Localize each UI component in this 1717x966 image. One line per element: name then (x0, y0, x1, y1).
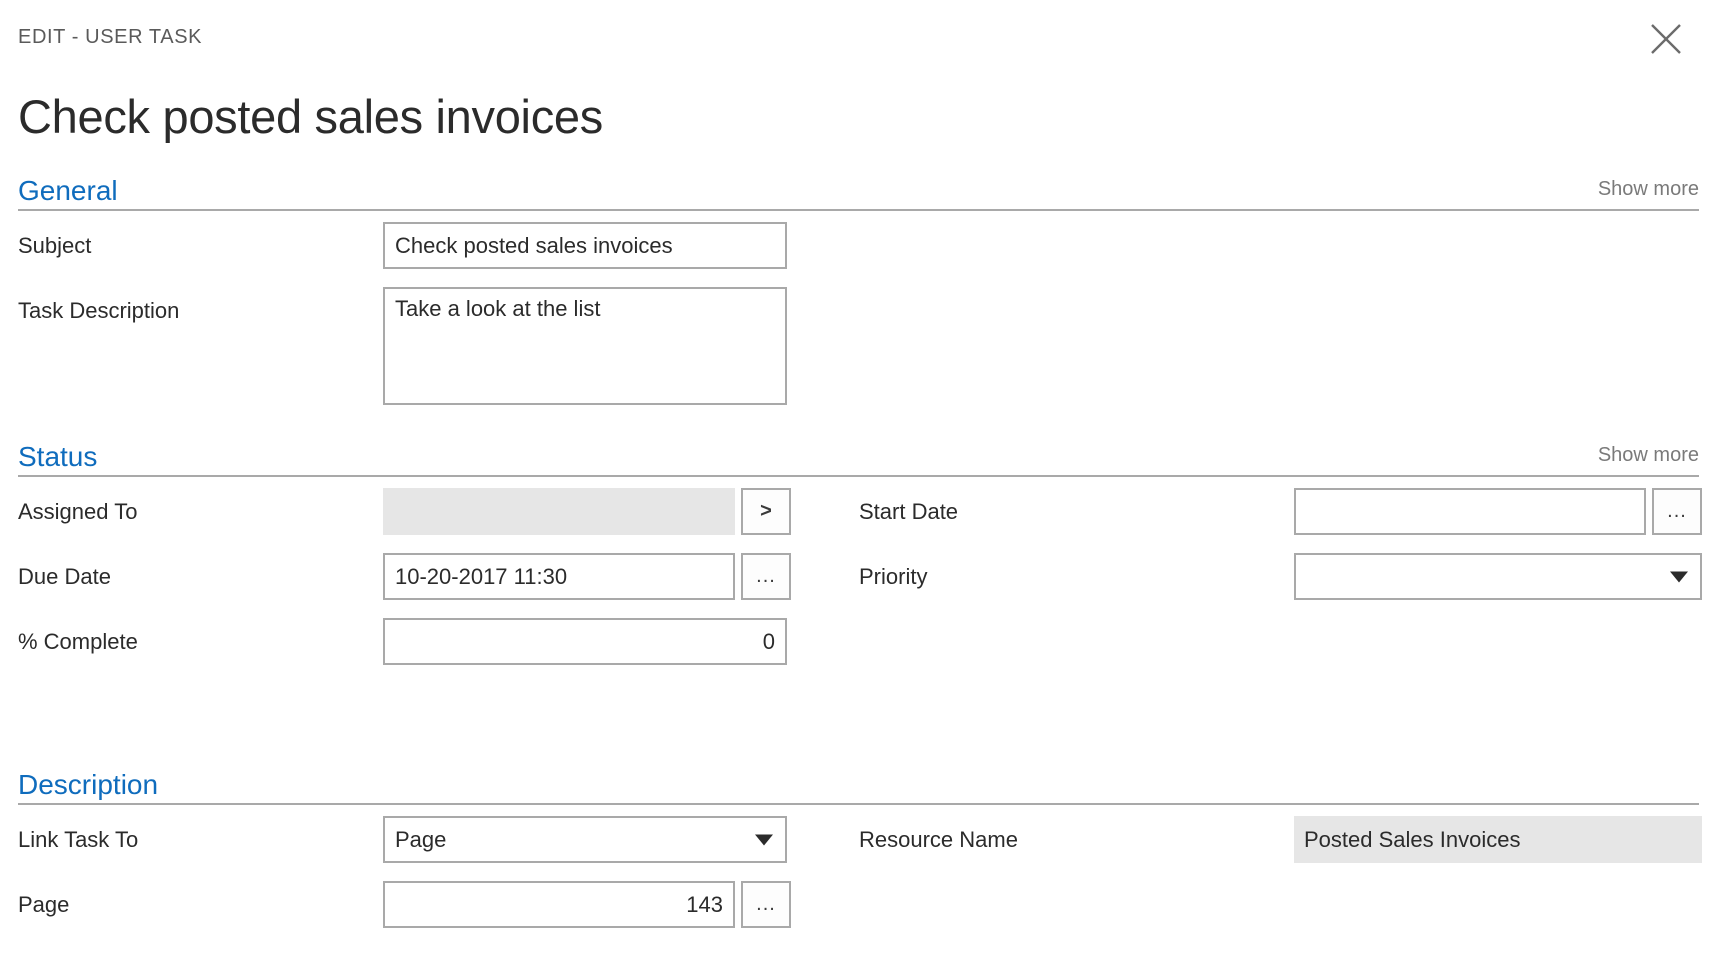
start-date-assist-button[interactable]: ... (1652, 488, 1702, 535)
priority-dropdown[interactable] (1294, 553, 1702, 600)
section-general-fields: Subject Check posted sales invoices Task… (18, 222, 1699, 412)
field-row-subject: Subject Check posted sales invoices (18, 222, 1699, 269)
task-description-input[interactable]: Take a look at the list (383, 287, 787, 405)
link-task-to-value: Page (395, 827, 446, 852)
field-row-task-description: Task Description Take a look at the list (18, 287, 1699, 405)
chevron-down-icon (1670, 571, 1688, 582)
section-general-divider (18, 209, 1699, 211)
due-date-assist-button[interactable]: ... (741, 553, 791, 600)
page-input[interactable]: 143 (383, 881, 735, 928)
subject-label: Subject (18, 222, 91, 269)
field-row-assigned-to: Assigned To > (18, 488, 838, 535)
link-task-to-dropdown[interactable]: Page (383, 816, 787, 863)
assigned-to-lookup-button[interactable]: > (741, 488, 791, 535)
section-status-fields: Assigned To > Due Date 10-20-2017 11:30 … (18, 488, 1699, 668)
window-caption-bar: EDIT - USER TASK (18, 0, 1699, 58)
edit-user-task-page: EDIT - USER TASK Check posted sales invo… (0, 0, 1717, 966)
field-row-due-date: Due Date 10-20-2017 11:30 ... (18, 553, 838, 600)
field-row-link-task-to: Link Task To Page (18, 816, 838, 863)
percent-complete-input[interactable]: 0 (383, 618, 787, 665)
field-row-page: Page 143 ... (18, 881, 838, 928)
field-row-priority: Priority (859, 553, 1699, 600)
task-description-label-text: Task Description (18, 298, 179, 323)
due-date-label: Due Date (18, 553, 111, 600)
priority-label: Priority (859, 553, 927, 600)
chevron-down-icon (755, 834, 773, 845)
page-title: Check posted sales invoices (18, 88, 603, 146)
field-row-resource-name: Resource Name Posted Sales Invoices (859, 816, 1699, 863)
section-description-divider (18, 803, 1699, 805)
section-status: Status Show more Assigned To > Due Date … (18, 432, 1699, 668)
section-general-show-more[interactable]: Show more (1598, 178, 1699, 201)
due-date-input[interactable]: 10-20-2017 11:30 (383, 553, 735, 600)
resource-name-label: Resource Name (859, 816, 1018, 863)
assigned-to-input[interactable] (383, 488, 735, 535)
section-description-title: Description (18, 769, 158, 801)
section-status-divider (18, 475, 1699, 477)
close-icon[interactable] (1643, 16, 1689, 62)
page-assist-button[interactable]: ... (741, 881, 791, 928)
section-status-show-more[interactable]: Show more (1598, 444, 1699, 467)
section-status-title: Status (18, 441, 97, 473)
section-description-header: Description (18, 760, 1699, 803)
link-task-to-label: Link Task To (18, 816, 138, 863)
start-date-label: Start Date (859, 488, 958, 535)
field-row-start-date: Start Date ... (859, 488, 1699, 535)
task-description-label: Task Description (18, 287, 179, 334)
assigned-to-label: Assigned To (18, 488, 137, 535)
section-general-title: General (18, 175, 118, 207)
resource-name-input[interactable]: Posted Sales Invoices (1294, 816, 1702, 863)
section-general-header: General Show more (18, 166, 1699, 209)
section-general: General Show more Subject Check posted s… (18, 166, 1699, 412)
start-date-input[interactable] (1294, 488, 1646, 535)
section-description-fields: Link Task To Page Page 143 ... Resource … (18, 816, 1699, 946)
field-row-percent-complete: % Complete 0 (18, 618, 838, 665)
window-caption: EDIT - USER TASK (18, 26, 202, 49)
subject-input[interactable]: Check posted sales invoices (383, 222, 787, 269)
section-description: Description Link Task To Page Page 143 .… (18, 760, 1699, 946)
section-status-header: Status Show more (18, 432, 1699, 475)
percent-complete-label: % Complete (18, 618, 138, 665)
page-label: Page (18, 881, 69, 928)
